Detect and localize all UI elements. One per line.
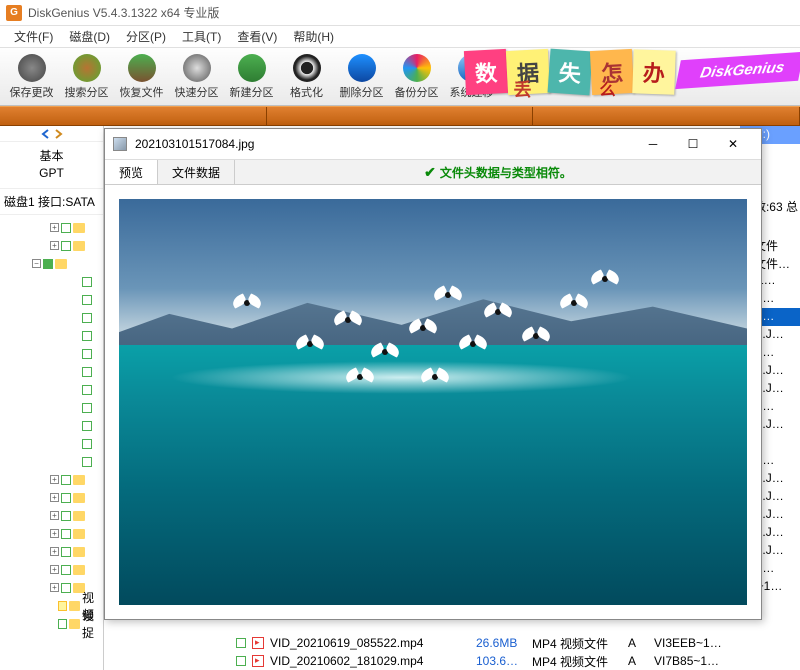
- format-icon: [293, 54, 321, 82]
- toolbar-recover-button[interactable]: 恢复文件: [114, 50, 169, 104]
- menu-file[interactable]: 文件(F): [6, 26, 61, 47]
- recover-icon: [128, 54, 156, 82]
- image-file-icon: [113, 137, 127, 151]
- disk-basic-info: 基本 GPT: [0, 142, 103, 189]
- disk-interface: 磁盘1 接口:SATA: [0, 189, 103, 215]
- backup-icon: [403, 54, 431, 82]
- menu-tools[interactable]: 工具(T): [174, 26, 229, 47]
- tree-row[interactable]: +: [0, 525, 103, 543]
- tree-row[interactable]: [0, 273, 103, 291]
- nav-arrows[interactable]: [0, 126, 103, 142]
- disk-map-band: [0, 106, 800, 126]
- toolbar-format-button[interactable]: 格式化: [279, 50, 334, 104]
- tab-filedata[interactable]: 文件数据: [158, 160, 235, 184]
- sticky-3: 失: [548, 49, 593, 96]
- tree-row[interactable]: +: [0, 543, 103, 561]
- new-partition-icon: [238, 54, 266, 82]
- tree-row[interactable]: [0, 381, 103, 399]
- tree-row[interactable]: [0, 363, 103, 381]
- tree-row[interactable]: +: [0, 507, 103, 525]
- file-row[interactable]: VID_20210619_085522.mp4 26.6MB MP4 视频文件 …: [234, 634, 800, 652]
- menu-help[interactable]: 帮助(H): [285, 26, 342, 47]
- toolbar-quick-button[interactable]: 快速分区: [169, 50, 224, 104]
- delete-partition-icon: [348, 54, 376, 82]
- toolbar: 保存更改 搜索分区 恢复文件 快速分区 新建分区 格式化 删除分区 备份分区 系…: [0, 48, 800, 106]
- file-row[interactable]: VID_20210602_181029.mp4 103.6… MP4 视频文件 …: [234, 652, 800, 670]
- search-icon: [73, 54, 101, 82]
- minimize-button[interactable]: ─: [633, 130, 673, 158]
- app-logo-icon: G: [6, 5, 22, 21]
- arrow-right-icon: [53, 129, 63, 139]
- tree-row[interactable]: +: [0, 237, 103, 255]
- menu-disk[interactable]: 磁盘(D): [61, 26, 118, 47]
- window-title: DiskGenius V5.4.3.1322 x64 专业版: [28, 4, 219, 21]
- tree-row[interactable]: [0, 309, 103, 327]
- tab-preview[interactable]: 预览: [105, 160, 158, 184]
- tree-row[interactable]: +: [0, 471, 103, 489]
- preview-titlebar[interactable]: 202103101517084.jpg ─ ☐ ✕: [105, 129, 761, 159]
- sticky-5: 办: [633, 49, 677, 94]
- tree-row[interactable]: [0, 327, 103, 345]
- close-button[interactable]: ✕: [713, 130, 753, 158]
- tree-row[interactable]: +: [0, 219, 103, 237]
- tree-row[interactable]: [0, 291, 103, 309]
- tree-row[interactable]: [0, 345, 103, 363]
- tree-row[interactable]: [0, 417, 103, 435]
- left-panel: 基本 GPT 磁盘1 接口:SATA + + − + + + + + +: [0, 126, 104, 670]
- brand-banner: DiskGenius: [676, 52, 800, 89]
- maximize-button[interactable]: ☐: [673, 130, 713, 158]
- toolbar-save-button[interactable]: 保存更改: [4, 50, 59, 104]
- sticky-1: 数: [464, 49, 508, 95]
- arrow-left-icon: [41, 129, 51, 139]
- tree-row[interactable]: [0, 453, 103, 471]
- tree-row[interactable]: [0, 399, 103, 417]
- tree-row[interactable]: +: [0, 561, 103, 579]
- menu-partition[interactable]: 分区(P): [118, 26, 174, 47]
- tree-row[interactable]: +: [0, 489, 103, 507]
- save-icon: [18, 54, 46, 82]
- file-list[interactable]: VID_20210619_085522.mp4 26.6MB MP4 视频文件 …: [234, 634, 800, 670]
- preview-window: 202103101517084.jpg ─ ☐ ✕ 预览 文件数据 ✔ 文件头数…: [104, 128, 762, 620]
- toolbar-search-button[interactable]: 搜索分区: [59, 50, 114, 104]
- preview-tabs: 预览 文件数据 ✔ 文件头数据与类型相符。: [105, 159, 761, 185]
- toolbar-backup-button[interactable]: 备份分区: [389, 50, 444, 104]
- tree-row[interactable]: −: [0, 255, 103, 273]
- preview-filename: 202103101517084.jpg: [135, 137, 254, 151]
- toolbar-delete-button[interactable]: 删除分区: [334, 50, 389, 104]
- menu-bar: 文件(F) 磁盘(D) 分区(P) 工具(T) 查看(V) 帮助(H): [0, 26, 800, 48]
- preview-image: [119, 199, 747, 605]
- checkmark-icon: ✔: [424, 164, 436, 181]
- folder-tree[interactable]: + + − + + + + + + + 视频 谩捉: [0, 215, 103, 670]
- expander-icon[interactable]: +: [50, 223, 59, 232]
- video-file-icon: [252, 637, 264, 649]
- sticky-notes: 数 据丢 失 怎么 办 DiskGenius: [465, 48, 800, 106]
- preview-body: [105, 185, 761, 619]
- toolbar-new-button[interactable]: 新建分区: [224, 50, 279, 104]
- quick-partition-icon: [183, 54, 211, 82]
- tree-row-misc[interactable]: 谩捉: [0, 615, 103, 633]
- header-status: ✔ 文件头数据与类型相符。: [235, 160, 761, 184]
- tree-row[interactable]: [0, 435, 103, 453]
- video-file-icon: [252, 655, 264, 667]
- menu-view[interactable]: 查看(V): [229, 26, 285, 47]
- title-bar: G DiskGenius V5.4.3.1322 x64 专业版: [0, 0, 800, 26]
